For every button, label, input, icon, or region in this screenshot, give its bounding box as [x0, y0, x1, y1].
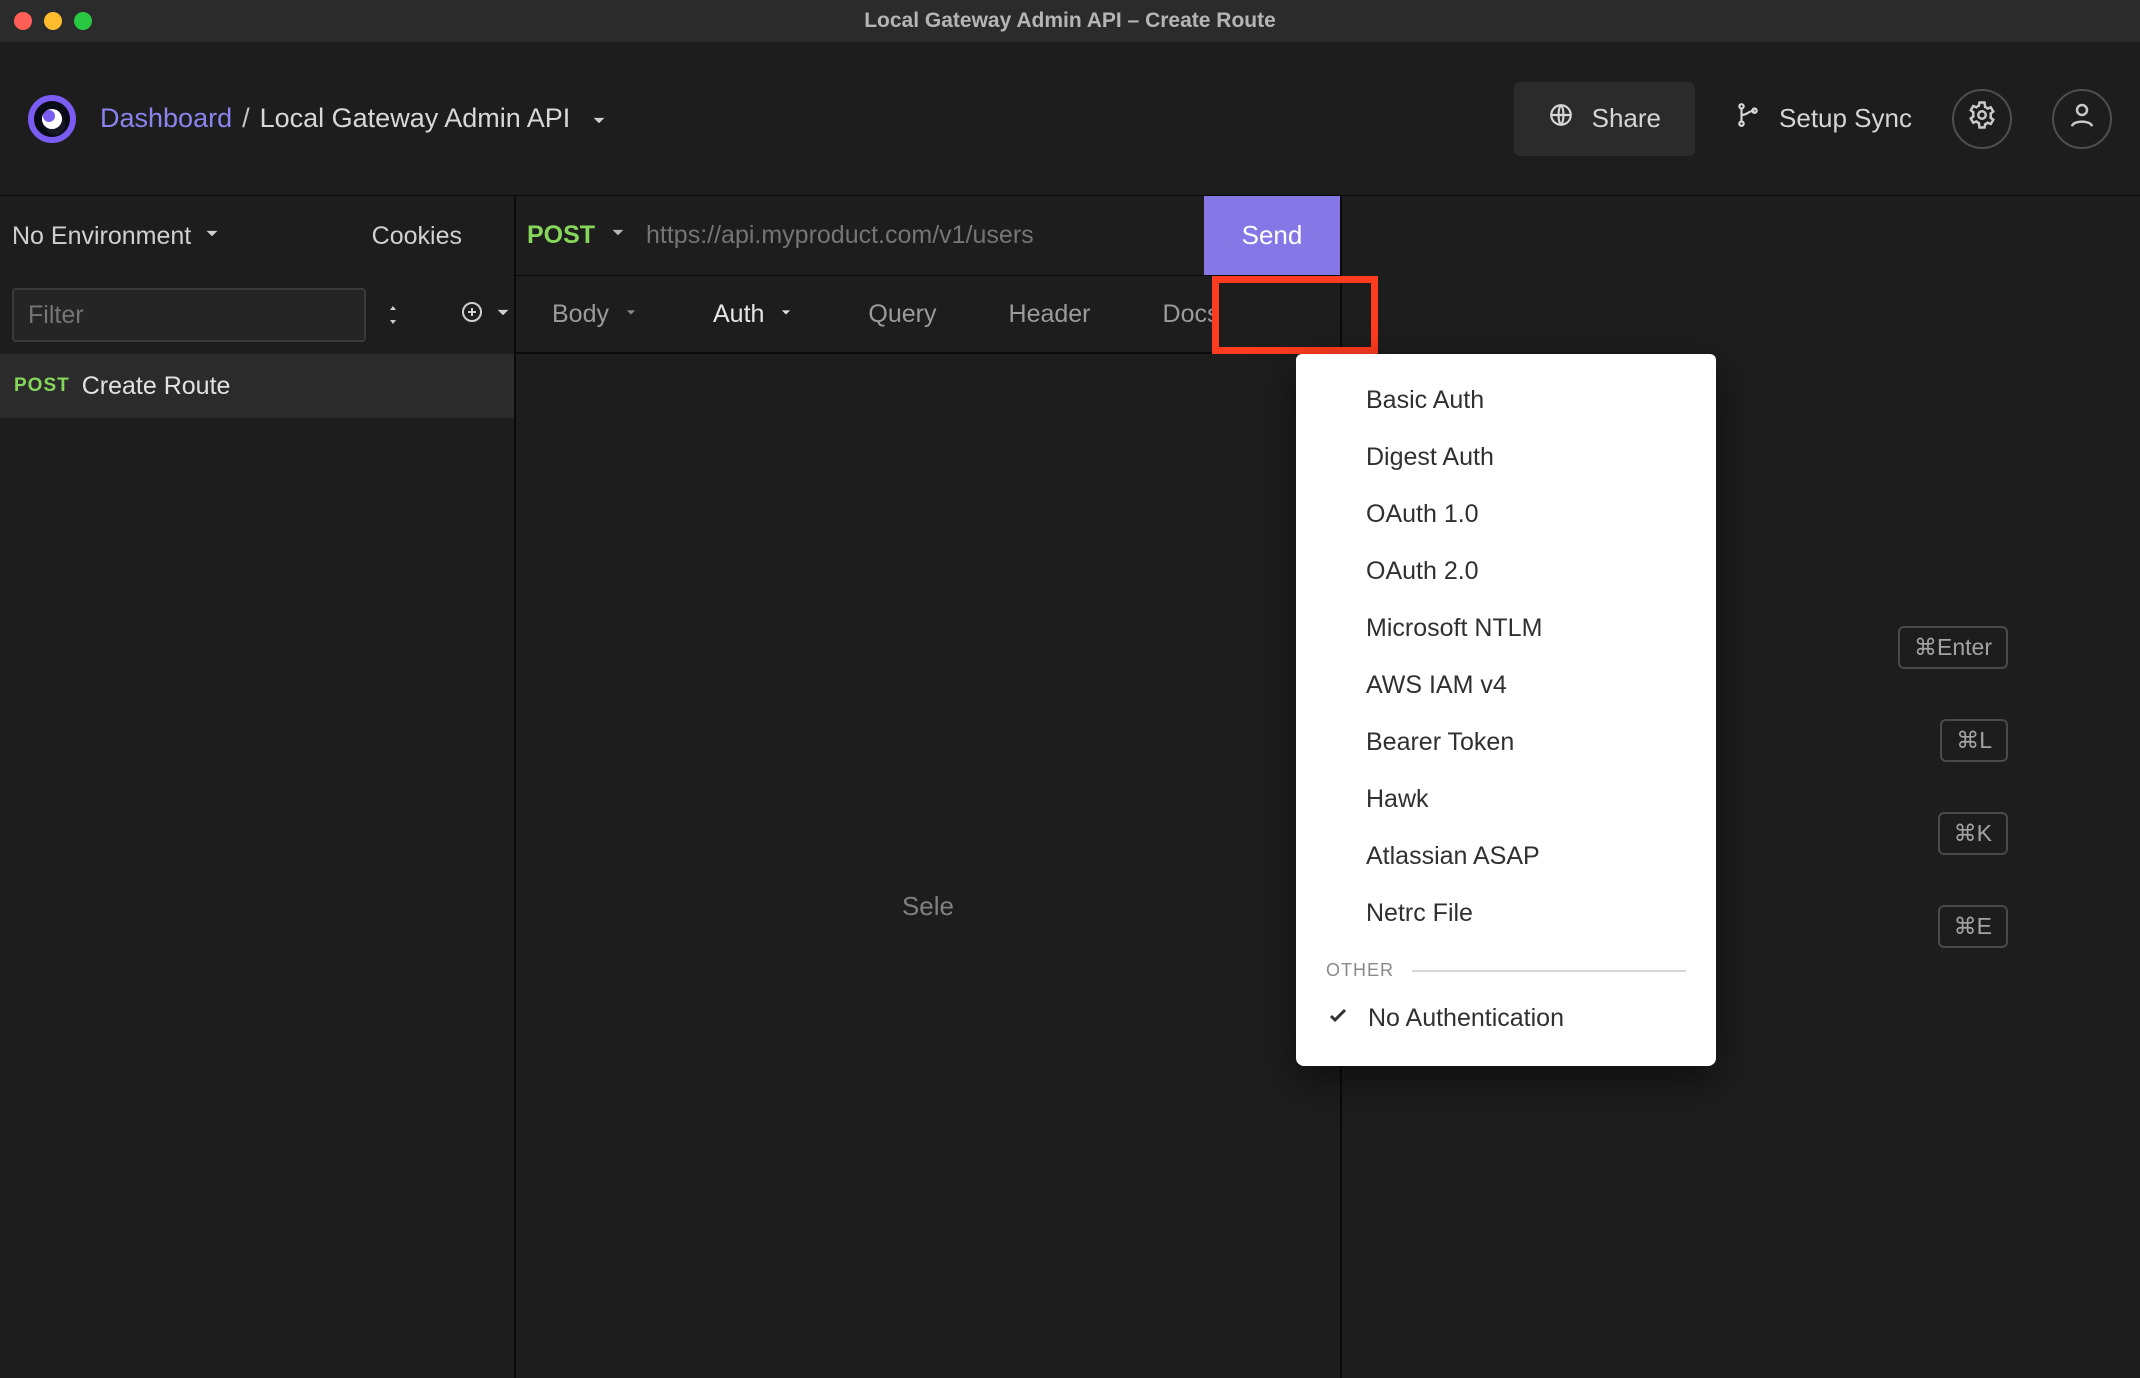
sort-icon	[384, 303, 402, 327]
method-selector[interactable]: POST	[516, 196, 642, 275]
chevron-down-icon	[621, 300, 641, 329]
chevron-down-icon	[199, 220, 225, 253]
maximize-window-button[interactable]	[74, 12, 92, 30]
chevron-down-icon	[490, 299, 516, 332]
environment-label: No Environment	[12, 222, 191, 251]
auth-option-oauth1[interactable]: OAuth 1.0	[1296, 486, 1716, 543]
auth-option-ntlm[interactable]: Microsoft NTLM	[1296, 600, 1716, 657]
request-bar: POST Send	[516, 196, 1340, 276]
breadcrumb-separator: /	[242, 103, 250, 134]
auth-option-asap[interactable]: Atlassian ASAP	[1296, 828, 1716, 885]
shortcut-key: ⌘E	[1938, 905, 2008, 948]
filter-input[interactable]	[12, 288, 366, 342]
plus-circle-icon	[460, 300, 484, 331]
branch-icon	[1735, 102, 1761, 135]
sort-button[interactable]	[384, 303, 402, 327]
url-input[interactable]	[642, 196, 1204, 275]
user-icon	[2067, 100, 2097, 137]
shortcut-key: ⌘Enter	[1898, 626, 2008, 669]
tab-docs[interactable]: Docs	[1127, 276, 1256, 352]
request-method-badge: POST	[14, 375, 70, 397]
cookies-button[interactable]: Cookies	[372, 222, 462, 251]
placeholder-text: Sele	[902, 891, 954, 922]
workspace-dropdown-icon[interactable]	[586, 103, 612, 134]
tab-body[interactable]: Body	[516, 276, 677, 352]
settings-button[interactable]	[1952, 89, 2012, 149]
setup-sync-label: Setup Sync	[1779, 103, 1912, 134]
request-list-item[interactable]: POST Create Route	[0, 354, 514, 418]
tab-body-label: Body	[552, 300, 609, 329]
request-panel: POST Send Body Auth	[516, 196, 1340, 1378]
auth-option-basic[interactable]: Basic Auth	[1296, 372, 1716, 429]
auth-option-aws[interactable]: AWS IAM v4	[1296, 657, 1716, 714]
sidebar: No Environment Cookies	[0, 196, 516, 1378]
chevron-down-icon	[776, 300, 796, 329]
shortcut-key: ⌘K	[1938, 812, 2008, 855]
tab-auth[interactable]: Auth	[677, 276, 832, 352]
breadcrumb-workspace[interactable]: Local Gateway Admin API	[260, 103, 571, 134]
breadcrumb: Dashboard / Local Gateway Admin API	[100, 103, 612, 134]
close-window-button[interactable]	[14, 12, 32, 30]
auth-option-none-label: No Authentication	[1368, 1004, 1564, 1033]
minimize-window-button[interactable]	[44, 12, 62, 30]
globe-icon	[1548, 102, 1574, 135]
gear-icon	[1967, 100, 1997, 137]
tab-auth-label: Auth	[713, 300, 764, 329]
header-bar: Dashboard / Local Gateway Admin API Shar…	[0, 42, 2140, 196]
breadcrumb-dashboard-link[interactable]: Dashboard	[100, 103, 232, 134]
environment-selector[interactable]: No Environment	[12, 220, 225, 253]
window-controls	[14, 12, 92, 30]
auth-option-none[interactable]: No Authentication	[1296, 989, 1716, 1048]
auth-option-digest[interactable]: Digest Auth	[1296, 429, 1716, 486]
main-area: No Environment Cookies	[0, 196, 2140, 1378]
tab-query[interactable]: Query	[832, 276, 972, 352]
titlebar: Local Gateway Admin API – Create Route	[0, 0, 2140, 42]
tab-query-label: Query	[868, 300, 936, 329]
share-button[interactable]: Share	[1514, 82, 1695, 156]
check-icon	[1326, 1003, 1350, 1034]
request-tabs: Body Auth Query Header Docs	[516, 276, 1340, 354]
divider	[1412, 970, 1686, 972]
setup-sync-button[interactable]: Setup Sync	[1735, 102, 1912, 135]
auth-option-netrc[interactable]: Netrc File	[1296, 885, 1716, 942]
window-title: Local Gateway Admin API – Create Route	[864, 9, 1276, 33]
tab-docs-label: Docs	[1163, 300, 1220, 329]
app-logo[interactable]	[28, 95, 76, 143]
auth-dropdown: Basic Auth Digest Auth OAuth 1.0 OAuth 2…	[1296, 354, 1716, 1066]
auth-option-bearer[interactable]: Bearer Token	[1296, 714, 1716, 771]
share-label: Share	[1592, 103, 1661, 134]
auth-option-hawk[interactable]: Hawk	[1296, 771, 1716, 828]
cookies-label: Cookies	[372, 222, 462, 250]
method-label: POST	[527, 221, 595, 250]
request-body-area: Sele Basic Auth Digest Auth OAuth 1.0 OA…	[516, 354, 1340, 1378]
request-name: Create Route	[82, 372, 231, 401]
account-button[interactable]	[2052, 89, 2112, 149]
auth-option-oauth2[interactable]: OAuth 2.0	[1296, 543, 1716, 600]
chevron-down-icon	[605, 219, 631, 252]
shortcut-key: ⌘L	[1940, 719, 2008, 762]
tab-header[interactable]: Header	[973, 276, 1127, 352]
new-request-button[interactable]	[460, 299, 516, 332]
tab-header-label: Header	[1009, 300, 1091, 329]
auth-section-other: OTHER	[1296, 942, 1716, 989]
auth-section-other-label: OTHER	[1326, 960, 1394, 981]
send-button[interactable]: Send	[1204, 196, 1340, 275]
send-label: Send	[1242, 220, 1303, 251]
